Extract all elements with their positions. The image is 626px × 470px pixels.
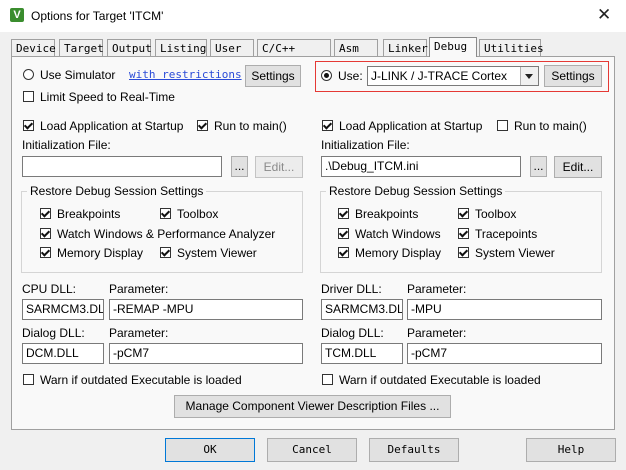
with-restrictions-link[interactable]: with restrictions xyxy=(129,68,242,81)
driver-dll-input[interactable]: SARMCM3.DLL xyxy=(321,299,403,320)
right-toolbox-checkbox[interactable] xyxy=(458,208,469,219)
left-browse-button[interactable]: ... xyxy=(231,156,248,177)
left-toolbox-label[interactable]: Toolbox xyxy=(177,207,218,221)
left-load-app-checkbox[interactable] xyxy=(23,120,34,131)
left-watch-checkbox[interactable] xyxy=(40,228,51,239)
right-dialog-parameter-label: Parameter: xyxy=(407,326,467,340)
left-system-viewer-checkbox[interactable] xyxy=(160,247,171,258)
left-dialog-parameter-input[interactable]: -pCM7 xyxy=(109,343,303,364)
right-tracepoints-label[interactable]: Tracepoints xyxy=(475,227,537,241)
right-memory-label[interactable]: Memory Display xyxy=(355,246,441,260)
left-run-to-main-label[interactable]: Run to main() xyxy=(214,119,287,133)
right-restore-group-title: Restore Debug Session Settings xyxy=(326,184,506,198)
left-init-file-label: Initialization File: xyxy=(22,138,111,152)
right-dialog-dll-label: Dialog DLL: xyxy=(321,326,384,340)
cpu-parameter-label: Parameter: xyxy=(109,282,169,296)
left-breakpoints-label[interactable]: Breakpoints xyxy=(57,207,120,221)
debugger-settings-button[interactable]: Settings xyxy=(544,65,602,87)
right-edit-button[interactable]: Edit... xyxy=(554,156,602,178)
use-simulator-label[interactable]: Use Simulator xyxy=(40,68,115,82)
limit-speed-checkbox[interactable] xyxy=(23,91,34,102)
tab-debug[interactable]: Debug xyxy=(429,37,477,57)
ok-button[interactable]: OK xyxy=(165,438,255,462)
right-breakpoints-label[interactable]: Breakpoints xyxy=(355,207,418,221)
right-load-app-label[interactable]: Load Application at Startup xyxy=(339,119,482,133)
left-memory-checkbox[interactable] xyxy=(40,247,51,258)
left-system-viewer-label[interactable]: System Viewer xyxy=(177,246,257,260)
left-restore-group-title: Restore Debug Session Settings xyxy=(27,184,207,198)
left-dialog-dll-input[interactable]: DCM.DLL xyxy=(22,343,104,364)
right-toolbox-label[interactable]: Toolbox xyxy=(475,207,516,221)
right-load-app-checkbox[interactable] xyxy=(322,120,333,131)
left-load-app-label[interactable]: Load Application at Startup xyxy=(40,119,183,133)
right-warn-outdated-checkbox[interactable] xyxy=(322,374,333,385)
left-warn-outdated-label[interactable]: Warn if outdated Executable is loaded xyxy=(40,373,242,387)
driver-parameter-input[interactable]: -MPU xyxy=(407,299,602,320)
left-toolbox-checkbox[interactable] xyxy=(160,208,171,219)
help-button[interactable]: Help xyxy=(526,438,616,462)
left-memory-label[interactable]: Memory Display xyxy=(57,246,143,260)
right-init-file-label: Initialization File: xyxy=(321,138,410,152)
cpu-dll-label: CPU DLL: xyxy=(22,282,77,296)
left-warn-outdated-checkbox[interactable] xyxy=(23,374,34,385)
right-warn-outdated-label[interactable]: Warn if outdated Executable is loaded xyxy=(339,373,541,387)
left-breakpoints-checkbox[interactable] xyxy=(40,208,51,219)
tab-target[interactable]: Target xyxy=(59,39,104,56)
use-simulator-radio[interactable] xyxy=(23,69,34,80)
close-icon[interactable]: ✕ xyxy=(597,6,611,24)
debugger-driver-value: J-LINK / J-TRACE Cortex xyxy=(371,69,508,83)
simulator-settings-button[interactable]: Settings xyxy=(245,65,301,87)
limit-speed-label[interactable]: Limit Speed to Real-Time xyxy=(40,90,175,104)
debugger-driver-select[interactable]: J-LINK / J-TRACE Cortex xyxy=(367,66,539,86)
tab-device[interactable]: Device xyxy=(11,39,56,56)
right-init-file-input[interactable]: .\Debug_ITCM.ini xyxy=(321,156,521,177)
left-edit-button[interactable]: Edit... xyxy=(255,156,303,178)
right-watch-label[interactable]: Watch Windows xyxy=(355,227,441,241)
cpu-dll-input[interactable]: SARMCM3.DLL xyxy=(22,299,104,320)
right-system-viewer-checkbox[interactable] xyxy=(458,247,469,258)
right-tracepoints-checkbox[interactable] xyxy=(458,228,469,239)
use-debugger-radio[interactable] xyxy=(321,70,332,81)
tab-asm[interactable]: Asm xyxy=(334,39,378,56)
left-watch-label[interactable]: Watch Windows & Performance Analyzer xyxy=(57,227,275,241)
use-debugger-label[interactable]: Use: xyxy=(338,69,363,83)
driver-parameter-label: Parameter: xyxy=(407,282,467,296)
tab-output[interactable]: Output xyxy=(107,39,152,56)
left-run-to-main-checkbox[interactable] xyxy=(197,120,208,131)
right-memory-checkbox[interactable] xyxy=(338,247,349,258)
tab-linker[interactable]: Linker xyxy=(383,39,428,56)
left-dialog-dll-label: Dialog DLL: xyxy=(22,326,85,340)
driver-dll-label: Driver DLL: xyxy=(321,282,382,296)
right-system-viewer-label[interactable]: System Viewer xyxy=(475,246,555,260)
cpu-parameter-input[interactable]: -REMAP -MPU xyxy=(109,299,303,320)
right-dialog-parameter-input[interactable]: -pCM7 xyxy=(407,343,602,364)
right-breakpoints-checkbox[interactable] xyxy=(338,208,349,219)
tab-user[interactable]: User xyxy=(210,39,254,56)
manage-component-viewer-button[interactable]: Manage Component Viewer Description File… xyxy=(174,395,451,418)
right-watch-checkbox[interactable] xyxy=(338,228,349,239)
window-title: Options for Target 'ITCM' xyxy=(31,9,164,23)
right-browse-button[interactable]: ... xyxy=(530,156,547,177)
tab-utilities[interactable]: Utilities xyxy=(479,39,544,56)
tab-listing[interactable]: Listing xyxy=(155,39,207,56)
chevron-down-icon[interactable] xyxy=(520,67,538,85)
defaults-button[interactable]: Defaults xyxy=(369,438,459,462)
right-run-to-main-label[interactable]: Run to main() xyxy=(514,119,587,133)
right-dialog-dll-input[interactable]: TCM.DLL xyxy=(321,343,403,364)
left-dialog-parameter-label: Parameter: xyxy=(109,326,169,340)
left-init-file-input[interactable] xyxy=(22,156,222,177)
tab-cpp-ac6[interactable]: C/C++ (AC6) xyxy=(257,39,331,72)
cancel-button[interactable]: Cancel xyxy=(267,438,357,462)
keil-app-icon: V xyxy=(10,8,24,22)
right-run-to-main-checkbox[interactable] xyxy=(497,120,508,131)
